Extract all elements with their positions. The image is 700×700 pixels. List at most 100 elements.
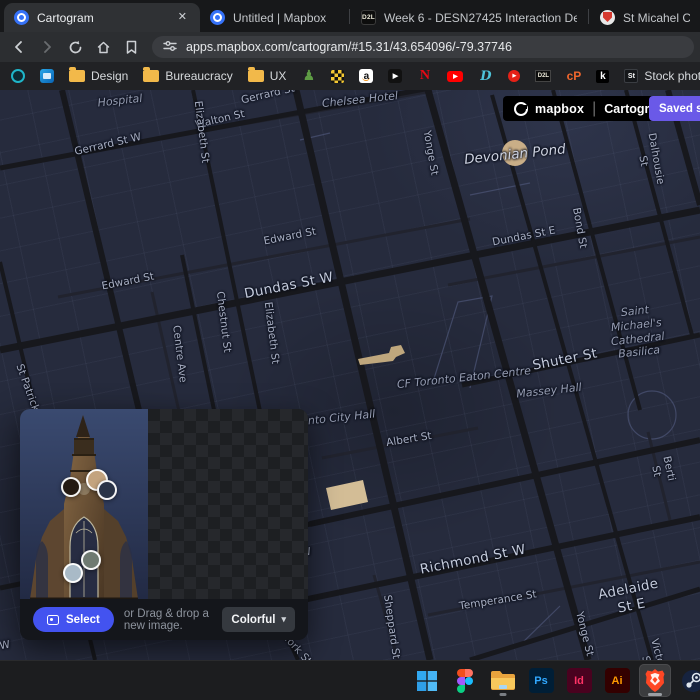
mapbox-logo-icon (514, 101, 528, 116)
folder-icon (69, 67, 85, 82)
mapbox-favicon-icon (210, 10, 225, 25)
bookmark-design[interactable]: Design (69, 67, 129, 83)
bookmark-label: Design (91, 69, 129, 83)
url-text: apps.mapbox.com/cartogram/#15.31/43.6540… (186, 40, 512, 54)
select-image-button[interactable]: Select (33, 607, 114, 632)
home-icon[interactable] (90, 35, 116, 59)
site-settings-icon[interactable] (163, 40, 177, 55)
bookmark-d2l[interactable]: D2L (535, 70, 552, 82)
bookmark-playblack[interactable]: ▶ (388, 69, 403, 83)
tab-cartogram[interactable]: Cartogram ✕ (4, 3, 200, 32)
windows-taskbar: Ps Id Ai (0, 660, 700, 700)
taskbar-icon-brave[interactable] (639, 664, 671, 697)
youtube-icon: ▶ (447, 70, 464, 82)
color-swatch-0[interactable] (61, 477, 81, 497)
panel-action-bar: Select or Drag & drop a new image. Color… (20, 599, 308, 640)
mapbox-favicon-icon (14, 10, 29, 25)
cp-icon: cP (566, 69, 582, 83)
tab-separator (349, 8, 350, 24)
bookmark-bureaucracy[interactable]: Bureaucracy (143, 67, 233, 83)
taskbar-icon-file-explorer[interactable] (487, 664, 519, 697)
cathedral-image (20, 409, 148, 599)
indesign-icon: Id (566, 668, 592, 693)
brave-logo-icon (645, 669, 665, 692)
taskbar-icon-indesign[interactable]: Id (563, 664, 595, 697)
browser-toolbar: apps.mapbox.com/cartogram/#15.31/43.6540… (0, 32, 700, 62)
bookmark-label: Bureaucracy (165, 69, 233, 83)
bookmark-amazon[interactable]: a (359, 69, 374, 83)
chevron-down-icon: ▾ (281, 614, 286, 624)
tab-title: Untitled | Mapbox (233, 10, 327, 25)
bookmarks-sidebar-icon[interactable] (118, 35, 144, 59)
chess-icon: ♟ (302, 68, 316, 84)
bookmark-label: UX (269, 69, 287, 83)
transparency-checkerboard (148, 409, 308, 599)
mapbox-wordmark: mapbox (535, 101, 585, 116)
d2l-favicon-icon: D2L (361, 10, 376, 25)
color-swatch-4[interactable] (63, 563, 83, 583)
bookmark-ux[interactable]: UX (247, 67, 287, 83)
outlook-icon (40, 69, 54, 83)
disney-icon: D (480, 68, 492, 84)
tab-close-icon[interactable]: ✕ (175, 11, 190, 24)
file-explorer-icon (491, 670, 515, 690)
tab-st-micahel-cathe[interactable]: St Micahel Cathe (590, 3, 700, 32)
map-label-saint-michael-s-cathedral-ba: Saint Michael's Cathedral Basilica (610, 303, 666, 361)
netflix-icon: N (419, 68, 430, 83)
screen: { "browser": { "tabs": [ {"title":"Carto… (0, 0, 700, 700)
bookmark-circle[interactable] (11, 69, 25, 83)
taskbar-icon-windows-start[interactable] (411, 664, 443, 697)
tab-bar: Cartogram ✕ Untitled | Mapbox D2L Week 6 - D… (0, 0, 700, 32)
taskbar-icon-illustrator[interactable]: Ai (601, 664, 633, 697)
bookmark-youtube[interactable]: ▶ (447, 70, 464, 82)
playblack-icon: ▶ (388, 69, 403, 83)
tab-untitled-mapbox[interactable]: Untitled | Mapbox (200, 3, 348, 32)
tab-title: St Micahel Cathe (623, 10, 690, 25)
stock-icon: St (624, 69, 639, 83)
bookmark-chess[interactable]: ♟ (301, 68, 316, 84)
tab-title: Cartogram (37, 10, 94, 25)
figma-logo-icon (457, 668, 473, 693)
d2l-icon: D2L (535, 70, 552, 82)
style-dropdown-value: Colorful (231, 613, 276, 626)
bookmark-k[interactable]: k (596, 69, 610, 83)
circle-icon (11, 69, 25, 83)
bookmark-netflix[interactable]: N (417, 68, 432, 84)
taskbar-icon-photoshop[interactable]: Ps (525, 664, 557, 697)
windows-logo-icon (417, 670, 437, 691)
color-swatch-3[interactable] (81, 550, 101, 570)
tab-title: Week 6 - DESN27425 Interaction Des (384, 10, 577, 25)
tab-week-6-desn27425-interac[interactable]: D2L Week 6 - DESN27425 Interaction Des (351, 3, 587, 32)
bookmarks-bar: Design Bureaucracy UX ♟ a ▶ N ▶ D ▶ D2L cP k St Stock … (0, 62, 700, 90)
back-icon[interactable] (6, 35, 32, 59)
bookmark-disney[interactable]: D (478, 69, 493, 84)
reload-icon[interactable] (62, 35, 88, 59)
folder-icon (143, 67, 160, 82)
steam-logo-icon (682, 669, 700, 692)
image-icon (47, 614, 59, 625)
photoshop-icon: Ps (528, 668, 554, 693)
taxi-icon (331, 69, 345, 83)
tab-separator (588, 8, 589, 24)
address-bar[interactable]: apps.mapbox.com/cartogram/#15.31/43.6540… (152, 36, 694, 58)
brand-divider: | (592, 99, 597, 117)
forward-icon[interactable] (34, 35, 60, 59)
bookmark-reddot[interactable]: ▶ (508, 70, 521, 82)
style-dropdown[interactable]: Colorful ▾ (222, 607, 295, 632)
bookmark-stock-photos-royalt-[interactable]: St Stock photos, royalt... (624, 69, 700, 83)
taskbar-icons: Ps Id Ai (411, 664, 700, 697)
bookmark-outlook[interactable] (40, 69, 54, 83)
map-canvas[interactable]: Hospital Chelsea Hotel Gerrard St Gerrard S… (0, 90, 700, 660)
color-swatch-2[interactable] (97, 480, 117, 500)
taskbar-icon-figma[interactable] (449, 664, 481, 697)
taskbar-icon-steam[interactable] (677, 664, 700, 697)
reddot-icon: ▶ (508, 70, 521, 82)
amazon-icon: a (359, 69, 374, 83)
select-button-label: Select (66, 613, 100, 626)
bookmark-taxi[interactable] (331, 69, 345, 83)
saved-styles-button[interactable]: Saved sty (649, 96, 700, 121)
illustrator-icon: Ai (604, 668, 630, 693)
bookmark-cp[interactable]: cP (566, 69, 582, 84)
drag-drop-hint: or Drag & drop a new image. (123, 607, 209, 632)
cartogram-image-panel: Select or Drag & drop a new image. Color… (20, 409, 308, 640)
